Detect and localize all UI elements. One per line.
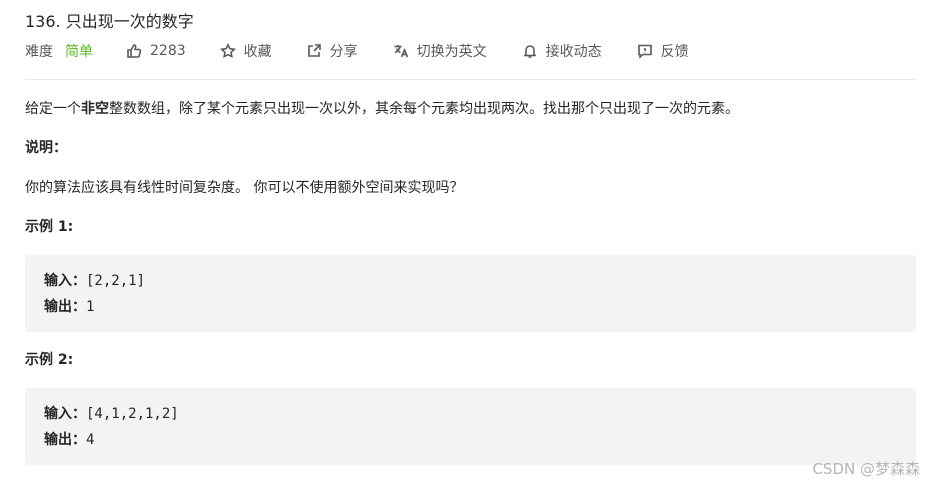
subscribe-label: 接收动态 bbox=[545, 44, 602, 60]
note-heading: 说明： bbox=[25, 140, 67, 156]
switch-language-label: 切换为英文 bbox=[416, 44, 487, 60]
output-label: 输出： bbox=[44, 299, 86, 315]
favorite-button[interactable]: 收藏 bbox=[219, 41, 272, 61]
share-button[interactable]: 分享 bbox=[306, 41, 358, 61]
share-label: 分享 bbox=[329, 44, 358, 60]
note-text: 你的算法应该具有线性时间复杂度。 你可以不使用额外空间来实现吗？ bbox=[25, 180, 464, 196]
input-label: 输入： bbox=[44, 406, 86, 422]
output-value: 1 bbox=[86, 299, 95, 315]
output-label: 输出： bbox=[44, 432, 86, 448]
input-value: [4,1,2,1,2] bbox=[86, 406, 179, 422]
example-2-block: 输入：[4,1,2,1,2] 输出：4 bbox=[25, 388, 916, 465]
bell-icon bbox=[523, 45, 537, 58]
example-2-heading: 示例 2: bbox=[25, 352, 74, 368]
star-icon bbox=[219, 43, 236, 59]
problem-meta-bar: 难度 简单 2283 收藏 分享 切换为英文 接收动态 反馈 bbox=[25, 40, 689, 62]
like-button[interactable]: 2283 bbox=[126, 43, 186, 59]
example-2-output: 输出：4 bbox=[44, 427, 897, 453]
problem-statement: 给定一个非空整数数组，除了某个元素只出现一次以外，其余每个元素均出现两次。找出那… bbox=[25, 98, 739, 120]
like-count: 2283 bbox=[150, 43, 186, 59]
header-divider bbox=[25, 79, 916, 80]
thumbs-up-icon bbox=[127, 44, 142, 58]
watermark: CSDN @梦森森 bbox=[812, 460, 920, 478]
output-value: 4 bbox=[86, 432, 95, 448]
share-icon bbox=[307, 44, 321, 57]
example-1-heading: 示例 1: bbox=[25, 219, 74, 235]
feedback-label: 反馈 bbox=[660, 44, 689, 60]
input-label: 输入： bbox=[44, 273, 86, 289]
difficulty-badge: 简单 bbox=[65, 44, 93, 60]
translate-icon bbox=[394, 45, 408, 58]
example-1-block: 输入：[2,2,1] 输出：1 bbox=[25, 255, 916, 332]
input-value: [2,2,1] bbox=[86, 273, 146, 289]
example-2-input: 输入：[4,1,2,1,2] bbox=[44, 401, 897, 427]
subscribe-button[interactable]: 接收动态 bbox=[522, 41, 602, 61]
favorite-label: 收藏 bbox=[243, 44, 272, 60]
statement-text-rest: 整数数组，除了某个元素只出现一次以外，其余每个元素均出现两次。找出那个只出现了一… bbox=[109, 101, 739, 117]
feedback-icon bbox=[637, 44, 652, 59]
switch-language-button[interactable]: 切换为英文 bbox=[393, 41, 487, 61]
difficulty-label: 难度 bbox=[25, 44, 53, 60]
example-1-input: 输入：[2,2,1] bbox=[44, 268, 897, 294]
problem-title: 136. 只出现一次的数字 bbox=[25, 12, 194, 31]
feedback-button[interactable]: 反馈 bbox=[637, 41, 689, 61]
example-1-output: 输出：1 bbox=[44, 294, 897, 320]
statement-emphasis: 非空 bbox=[81, 101, 109, 117]
statement-text: 给定一个 bbox=[25, 101, 81, 117]
